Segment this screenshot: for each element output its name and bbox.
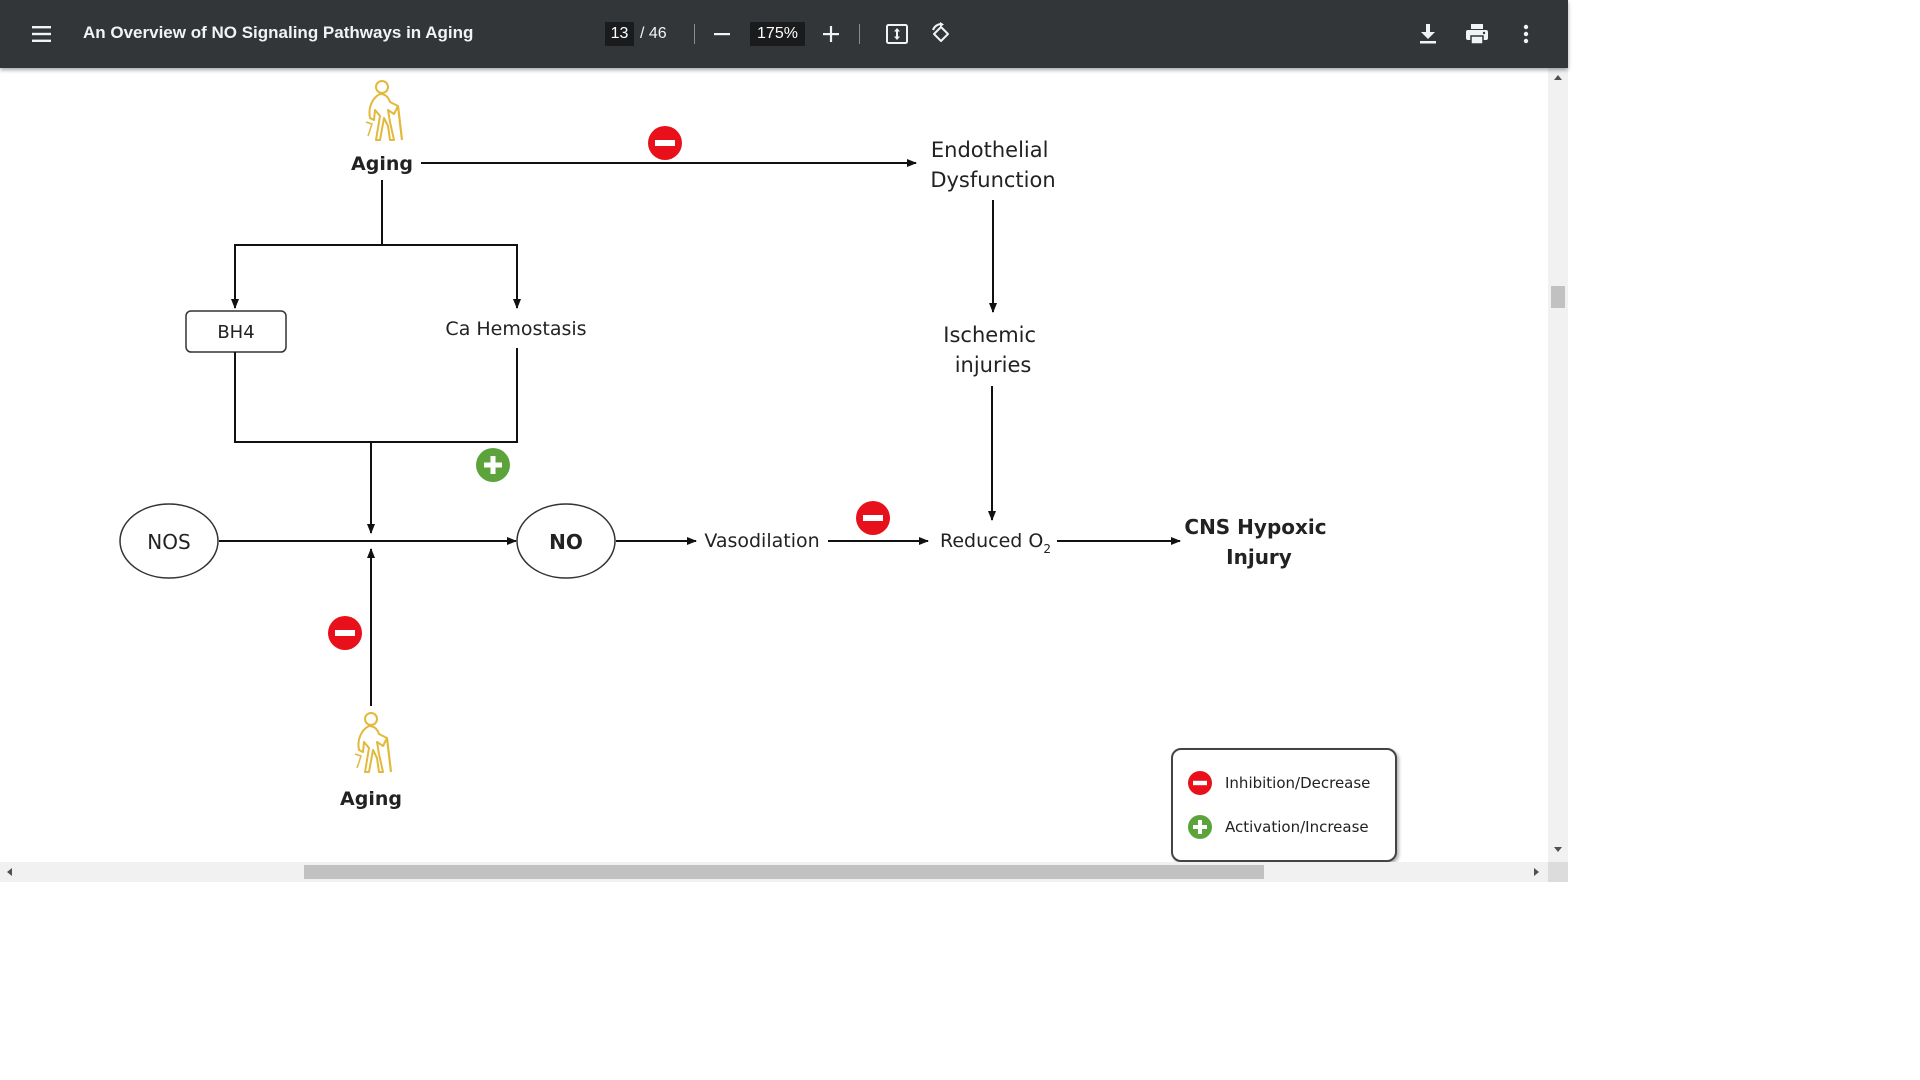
menu-icon [32, 26, 51, 42]
menu-button[interactable] [22, 18, 62, 50]
legend-activation-label: Activation/Increase [1225, 818, 1369, 836]
scroll-left-icon[interactable] [5, 867, 13, 877]
vertical-scrollbar[interactable] [1548, 68, 1568, 862]
aging-figure-top [364, 79, 404, 142]
document-title: An Overview of NO Signaling Pathways in … [83, 23, 474, 42]
ca-hemostasis-label: Ca Hemostasis [445, 318, 586, 340]
activation-icon [476, 448, 510, 482]
reduced-o2-label: Reduced O2 [940, 530, 1051, 556]
cns-hypoxic-label: CNS Hypoxic Injury [1184, 515, 1333, 569]
vasodilation-label: Vasodilation [704, 530, 819, 552]
aging-figure-bottom [353, 711, 393, 774]
print-icon [1466, 24, 1488, 45]
ischemic-label: Ischemic injuries [943, 323, 1042, 377]
fit-to-page-icon [886, 24, 908, 44]
zoom-in-button[interactable] [815, 18, 847, 50]
no-label: NO [549, 530, 583, 554]
scroll-down-icon[interactable] [1553, 846, 1563, 854]
page-total: / 46 [640, 25, 667, 42]
plus-icon [823, 26, 839, 42]
horizontal-scrollbar[interactable] [0, 862, 1548, 882]
legend-inhibition: Inhibition/Decrease [1187, 770, 1370, 796]
inhibition-icon [648, 126, 682, 160]
minus-icon [714, 33, 730, 36]
download-icon [1420, 24, 1436, 44]
more-options-button[interactable] [1510, 18, 1542, 50]
zoom-level-input[interactable] [750, 22, 805, 46]
more-vert-icon [1523, 24, 1529, 44]
aging-label-bottom: Aging [340, 788, 402, 810]
pdf-toolbar: An Overview of NO Signaling Pathways in … [0, 0, 1568, 68]
aging-label-top: Aging [351, 153, 413, 175]
nos-label: NOS [147, 530, 190, 554]
inhibition-icon [328, 616, 362, 650]
rotate-icon [932, 22, 949, 42]
vertical-scroll-thumb[interactable] [1551, 286, 1565, 308]
fit-to-page-button[interactable] [880, 18, 914, 50]
legend-activation: Activation/Increase [1187, 814, 1369, 840]
page-number-input[interactable] [605, 22, 634, 46]
legend-box: Inhibition/Decrease Activation/Increase [1171, 748, 1397, 862]
scroll-up-icon[interactable] [1553, 73, 1563, 81]
toolbar-divider [694, 24, 695, 44]
legend-inhibition-label: Inhibition/Decrease [1225, 774, 1371, 792]
inhibition-icon [856, 501, 890, 535]
scroll-right-icon[interactable] [1533, 867, 1541, 877]
branch-to-ca [234, 244, 521, 309]
endothelial-label: Endothelial Dysfunction [930, 138, 1055, 192]
rotate-button[interactable] [924, 18, 958, 50]
activation-icon [1188, 815, 1212, 839]
print-button[interactable] [1461, 18, 1493, 50]
scrollbar-corner [1548, 862, 1568, 882]
toolbar-divider [859, 24, 860, 44]
inhibition-icon [1188, 771, 1212, 795]
zoom-out-button[interactable] [706, 18, 738, 50]
bh4-label: BH4 [217, 322, 254, 343]
download-button[interactable] [1412, 18, 1444, 50]
document-viewport[interactable]: Aging Endothelial Dysfunction Ischemic i… [0, 68, 1548, 862]
horizontal-scroll-thumb[interactable] [304, 865, 1264, 879]
no-signaling-diagram: Aging Endothelial Dysfunction Ischemic i… [119, 79, 1333, 810]
